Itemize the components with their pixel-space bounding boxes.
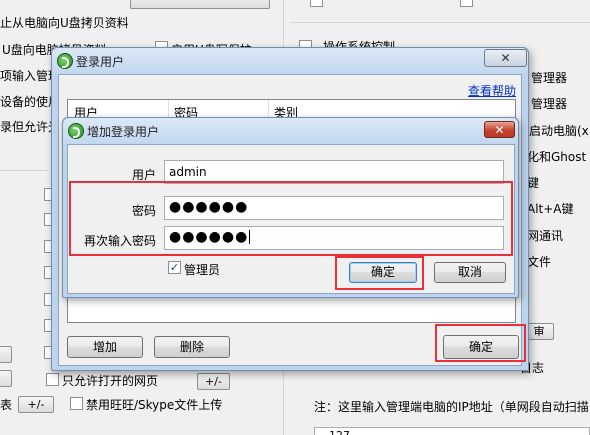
allow-pages-plus-minus-button[interactable]: +/- — [197, 373, 230, 390]
left-divider — [0, 170, 48, 171]
add-user-cancel-button[interactable]: 取消 — [434, 262, 506, 283]
add-user-button[interactable]: 增加 — [67, 336, 143, 358]
right-option-6: Alt+A键 — [527, 202, 574, 216]
manager-ip-input[interactable]: 127 — [314, 427, 590, 435]
left-small-button-1[interactable] — [0, 346, 12, 363]
allow-pages-checkbox[interactable] — [46, 373, 59, 386]
table-label: 表 — [0, 398, 13, 412]
login-users-titlebar[interactable]: 登录用户 ✕ — [52, 48, 528, 74]
admin-label: 管理员 — [184, 263, 221, 277]
block-pc-to-usb-option[interactable]: 止从电脑向U盘拷贝资料 — [0, 14, 129, 31]
right-option-2: 管理器 — [531, 97, 568, 111]
right-option-3: 启动电脑(x) — [529, 124, 590, 138]
right-option-8: 文件 — [527, 255, 552, 269]
right-top-checkbox-2[interactable] — [460, 0, 473, 7]
delete-user-button[interactable]: 删除 — [154, 336, 230, 358]
right-top-divider — [290, 22, 590, 23]
highlight-box-dialog-ok — [335, 256, 424, 290]
admin-checkbox[interactable]: ✓ — [168, 261, 181, 274]
left-small-button-2[interactable] — [0, 370, 12, 387]
allow-pages-label: 只允许打开的网页 — [62, 374, 159, 388]
right-option-1: 管理器 — [531, 71, 568, 85]
manager-ip-value: 127 — [329, 429, 350, 435]
login-users-title: 登录用户 — [76, 55, 125, 69]
block-upload-label: 禁用旺旺/Skype文件上传 — [86, 398, 223, 412]
add-user-titlebar[interactable]: 增加登录用户 ✕ — [63, 118, 518, 144]
manager-ip-note: 注：这里输入管理端电脑的IP地址（单网段自动扫描 — [314, 400, 589, 414]
right-option-4: 化和Ghost — [527, 150, 587, 164]
add-user-close-button[interactable]: ✕ — [484, 121, 515, 138]
table-plus-minus-button[interactable]: +/- — [18, 396, 54, 413]
top-left-button[interactable] — [130, 0, 270, 9]
highlight-box-passwords — [69, 181, 513, 256]
right-option-7: 网通讯 — [527, 229, 564, 243]
dialog-logo-icon — [68, 123, 84, 139]
right-top-checkbox-1[interactable] — [310, 0, 323, 7]
view-help-link[interactable]: 查看帮助 — [468, 82, 516, 99]
add-user-title: 增加登录用户 — [87, 125, 160, 139]
block-upload-checkbox[interactable] — [70, 397, 83, 410]
login-users-close-button[interactable]: ✕ — [484, 49, 527, 67]
app-logo-icon — [57, 53, 73, 69]
highlight-box-outer-ok — [435, 324, 526, 362]
